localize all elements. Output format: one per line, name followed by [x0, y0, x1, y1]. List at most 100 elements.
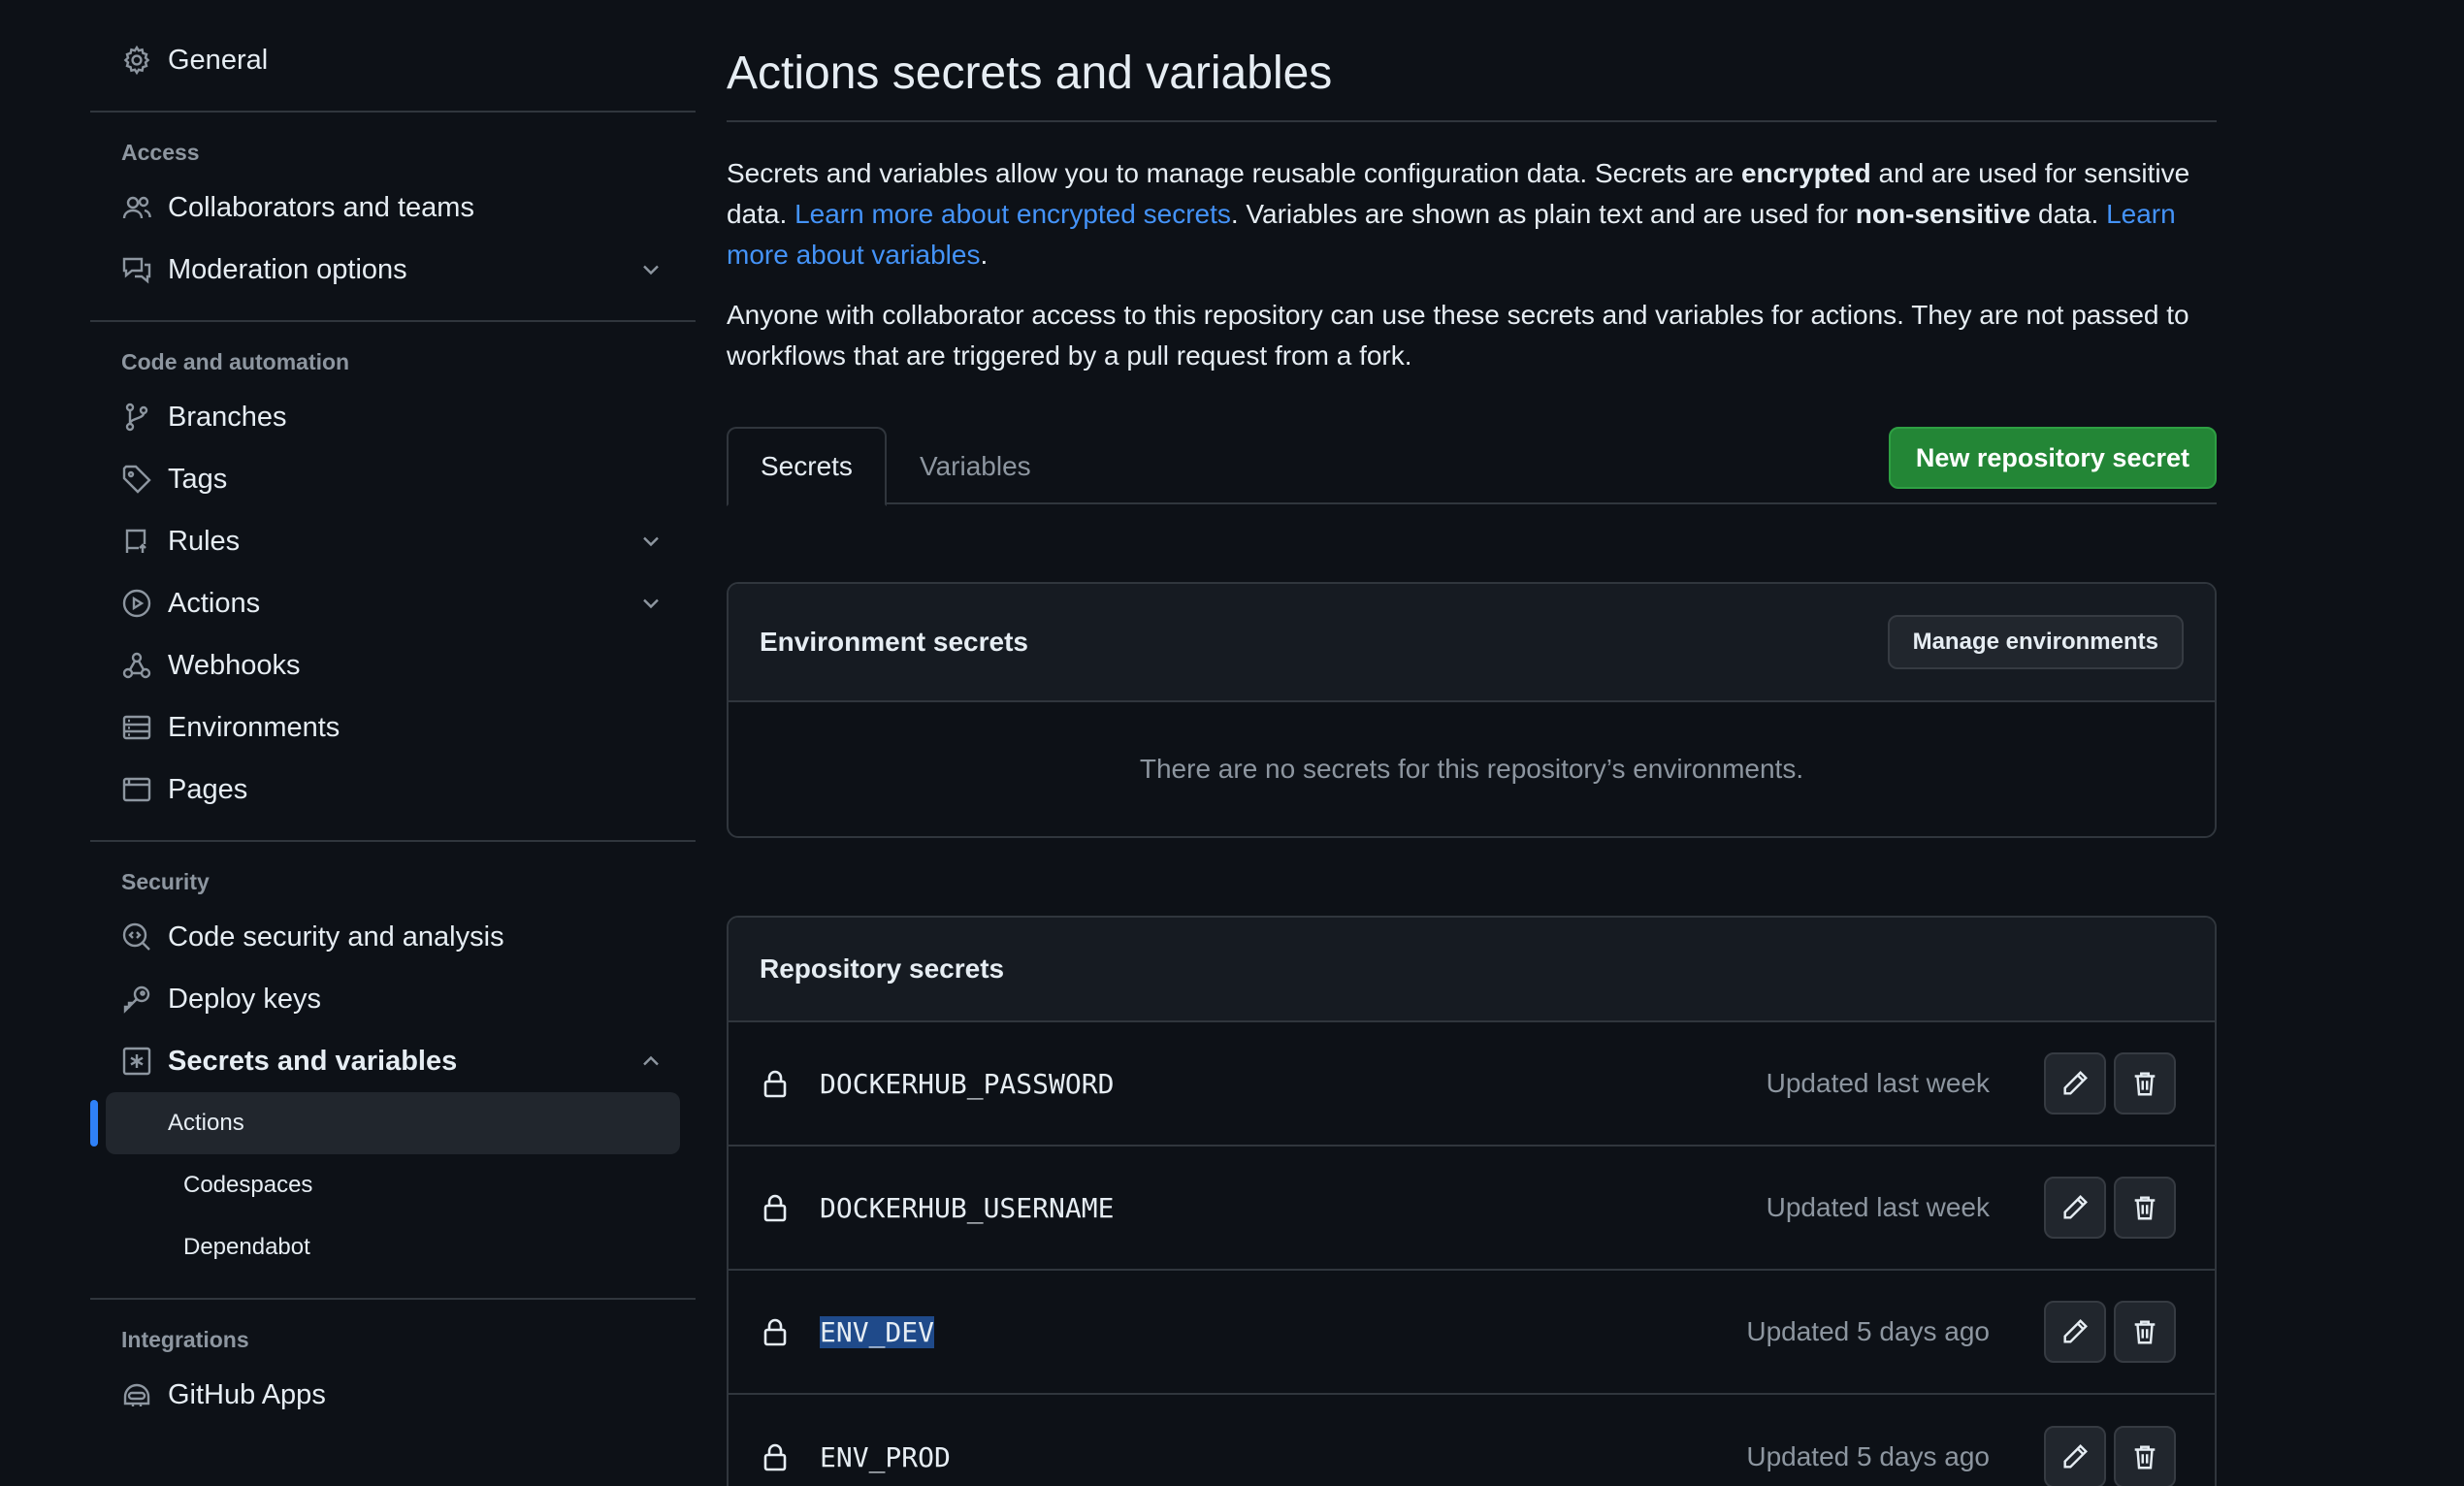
sidebar-item-actions[interactable]: Actions [90, 572, 696, 634]
repository-secrets-box: Repository secrets DOCKERHUB_PASSWORD Up… [727, 916, 2217, 1486]
codescan-icon [121, 921, 152, 953]
chevron-down-icon[interactable] [637, 590, 665, 617]
secret-row: DOCKERHUB_USERNAME Updated last week [729, 1147, 2215, 1271]
secret-updated: Updated last week [1766, 1192, 1990, 1222]
tab-secrets[interactable]: Secrets [727, 427, 887, 506]
people-icon [121, 192, 152, 223]
tab-variables[interactable]: Variables [888, 427, 1063, 506]
browser-icon [121, 774, 152, 805]
settings-page: General Access Collaborators and teams M… [0, 0, 2464, 1486]
learn-more-secrets-link[interactable]: Learn more about encrypted secrets [794, 199, 1231, 229]
section-title-security: Security [121, 868, 210, 894]
sidebar-subitem-label: Dependabot [183, 1234, 310, 1260]
settings-sidebar: General Access Collaborators and teams M… [90, 29, 696, 1426]
sidebar-item-secrets-variables[interactable]: Secrets and variables [90, 1030, 696, 1092]
sidebar-item-label: Rules [168, 525, 241, 557]
secret-name-text-selected: ENV_DEV [820, 1315, 935, 1348]
sidebar-item-label: Webhooks [168, 649, 301, 681]
sidebar-item-label: Secrets and variables [168, 1045, 458, 1077]
secret-name: ENV_PROD [820, 1441, 1746, 1473]
sidebar-subitem-label: Codespaces [183, 1172, 313, 1198]
sidebar-item-github-apps[interactable]: GitHub Apps [90, 1364, 696, 1426]
edit-secret-button[interactable] [2044, 1177, 2106, 1239]
secret-name: DOCKERHUB_USERNAME [820, 1192, 1767, 1224]
trash-icon [2134, 1196, 2156, 1220]
tabs-bar: Secrets Variables New repository secret [727, 427, 2217, 506]
secret-name: ENV_DEV [820, 1315, 1746, 1348]
git-branch-icon [121, 402, 152, 433]
sidebar-item-label: Branches [168, 401, 287, 433]
edit-secret-button[interactable] [2044, 1426, 2106, 1486]
trash-icon [2134, 1072, 2156, 1096]
sidebar-item-branches[interactable]: Branches [90, 386, 696, 448]
lock-icon [760, 1441, 791, 1472]
lock-icon [760, 1192, 791, 1223]
comment-discussion-icon [121, 254, 152, 285]
sidebar-item-label: Collaborators and teams [168, 191, 474, 223]
sidebar-item-tags[interactable]: Tags [90, 448, 696, 510]
lock-icon [760, 1068, 791, 1099]
sidebar-item-label: Moderation options [168, 253, 407, 285]
sidebar-item-pages[interactable]: Pages [90, 759, 696, 821]
key-icon [121, 984, 152, 1015]
sidebar-item-deploy-keys[interactable]: Deploy keys [90, 968, 696, 1030]
description-text: Secrets and variables allow you to manag… [727, 158, 1741, 188]
page-title: Actions secrets and variables [727, 0, 2217, 122]
delete-secret-button[interactable] [2114, 1052, 2176, 1114]
sidebar-item-label: GitHub Apps [168, 1378, 326, 1410]
sidebar-item-moderation[interactable]: Moderation options [90, 239, 696, 301]
sidebar-item-label: Code security and analysis [168, 921, 504, 953]
new-repository-secret-button[interactable]: New repository secret [1888, 427, 2217, 489]
chevron-down-icon[interactable] [637, 528, 665, 555]
sidebar-subitem-codespaces[interactable]: Codespaces [106, 1154, 680, 1216]
repository-secrets-title: Repository secrets [760, 953, 1005, 984]
description-paragraph: Secrets and variables allow you to manag… [727, 153, 2217, 275]
secret-name-text: DOCKERHUB_PASSWORD [820, 1067, 1115, 1100]
repo-push-icon [121, 526, 152, 557]
repository-secrets-header: Repository secrets [729, 918, 2215, 1022]
divider [90, 111, 696, 113]
description-text: . Variables are shown as plain text and … [1230, 199, 1856, 229]
edit-secret-button[interactable] [2044, 1052, 2106, 1114]
environment-secrets-header: Environment secrets Manage environments [729, 584, 2215, 702]
description-text: data. [2030, 199, 2107, 229]
manage-environments-button[interactable]: Manage environments [1887, 615, 2184, 669]
sidebar-item-webhooks[interactable]: Webhooks [90, 634, 696, 696]
trash-icon [2134, 1445, 2156, 1470]
divider [90, 840, 696, 842]
main-content: Actions secrets and variables Secrets an… [727, 0, 2217, 1486]
secret-name: DOCKERHUB_PASSWORD [820, 1068, 1767, 1100]
sidebar-item-rules[interactable]: Rules [90, 510, 696, 572]
pencil-icon [2063, 1444, 2088, 1469]
divider [90, 320, 696, 322]
secret-row: ENV_DEV Updated 5 days ago [729, 1271, 2215, 1395]
webhook-icon [121, 650, 152, 681]
hubot-icon [121, 1379, 152, 1410]
sidebar-subitem-dependabot[interactable]: Dependabot [106, 1216, 680, 1278]
secret-row: ENV_PROD Updated 5 days ago [729, 1395, 2215, 1486]
sidebar-item-code-security[interactable]: Code security and analysis [90, 906, 696, 968]
chevron-down-icon[interactable] [637, 256, 665, 283]
description-bold-encrypted: encrypted [1740, 158, 1871, 188]
asterisk-icon [121, 1046, 152, 1077]
delete-secret-button[interactable] [2114, 1426, 2176, 1486]
sidebar-item-collaborators[interactable]: Collaborators and teams [90, 177, 696, 239]
sidebar-item-general[interactable]: General [90, 29, 696, 91]
edit-secret-button[interactable] [2044, 1301, 2106, 1363]
section-title-code-automation: Code and automation [121, 348, 350, 374]
sidebar-subitem-actions[interactable]: Actions [90, 1092, 680, 1154]
secret-name-text: ENV_PROD [820, 1440, 951, 1473]
server-icon [121, 712, 152, 743]
secret-updated: Updated last week [1766, 1068, 1990, 1098]
delete-secret-button[interactable] [2114, 1177, 2176, 1239]
pencil-icon [2063, 1319, 2088, 1343]
lock-icon [760, 1316, 791, 1347]
gear-icon [121, 45, 152, 76]
sidebar-item-label: Pages [168, 773, 248, 805]
description-text: . [980, 240, 989, 270]
delete-secret-button[interactable] [2114, 1301, 2176, 1363]
chevron-up-icon[interactable] [637, 1048, 665, 1075]
sidebar-item-environments[interactable]: Environments [90, 696, 696, 759]
pencil-icon [2063, 1195, 2088, 1219]
secret-updated: Updated 5 days ago [1746, 1441, 1990, 1471]
